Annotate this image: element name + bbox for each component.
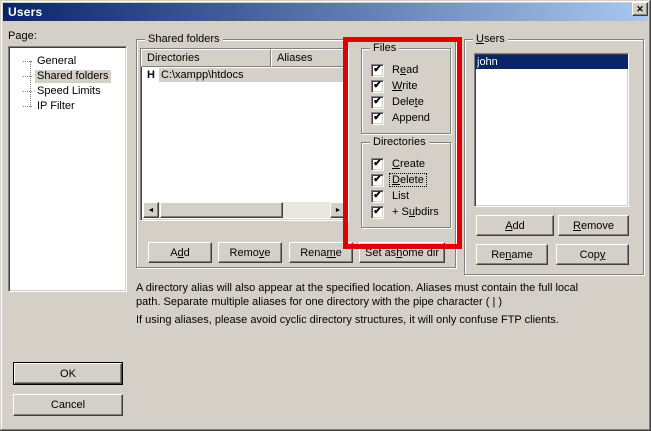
checkbox-checked-icon: ✔ [371,80,384,93]
tree-twig-icon [23,76,32,77]
users-group-label: Users [473,33,508,45]
tree-twig-icon [23,106,32,107]
checkbox-checked-icon: ✔ [371,174,384,187]
checkbox-files-delete[interactable]: ✔ Delete [371,95,426,109]
set-as-home-dir-button[interactable]: Set as home dir [359,242,445,263]
checkbox-checked-icon: ✔ [371,64,384,77]
directories-group-label: Directories [370,136,429,148]
user-remove-button[interactable]: Remove [558,215,629,236]
shared-remove-button[interactable]: Remove [218,242,282,263]
shared-rename-button[interactable]: Rename [289,242,353,263]
sidebar-item-ip-filter[interactable]: IP Filter [9,99,126,114]
shared-add-button[interactable]: Add [148,242,212,263]
files-group-label: Files [370,42,399,54]
help-line-3: If using aliases, please avoid cyclic di… [136,314,559,326]
shared-folders-group-label: Shared folders [145,33,223,45]
sidebar-item-general[interactable]: General [9,54,126,69]
close-icon: ✕ [636,5,644,14]
checkbox-dirs-delete[interactable]: ✔ Delete [371,173,426,187]
shared-folders-group: Shared folders Directories Aliases H C:\… [136,39,456,268]
checkbox-dirs-create[interactable]: ✔ Create [371,157,427,171]
horizontal-scrollbar[interactable]: ◄ ► [143,202,346,218]
users-dialog: Users ✕ Page: General Shared folders Spe… [0,0,651,431]
cancel-button[interactable]: Cancel [13,394,123,416]
checkbox-checked-icon: ✔ [371,190,384,203]
directories-permissions-group: Directories ✔ Create ✔ Delete ✔ List ✔ +… [361,142,451,228]
listview-header: Directories Aliases [141,49,348,67]
help-line-1: A directory alias will also appear at th… [136,282,578,294]
ok-button[interactable]: OK [14,363,122,384]
directory-path: C:\xampp\htdocs [159,68,346,82]
sidebar-item-label: General [35,55,78,68]
files-permissions-group: Files ✔ Read ✔ Write ✔ Delete ✔ Append [361,48,451,134]
sidebar-item-speed-limits[interactable]: Speed Limits [9,84,126,99]
page-tree: General Shared folders Speed Limits IP F… [8,46,127,292]
alias-help-text: A directory alias will also appear at th… [136,281,641,327]
scrollbar-track[interactable] [283,202,330,218]
checkbox-dirs-subdirs[interactable]: ✔ + Subdirs [371,205,441,219]
title-bar[interactable]: Users [3,3,648,21]
column-header-directories[interactable]: Directories [141,49,271,67]
scrollbar-thumb[interactable] [160,202,283,218]
checkbox-files-append[interactable]: ✔ Append [371,111,432,125]
directories-listview[interactable]: Directories Aliases H C:\xampp\htdocs ◄ … [140,48,349,221]
help-line-2: path. Separate multiple aliases for one … [136,296,502,308]
directory-row[interactable]: H C:\xampp\htdocs [143,67,346,83]
user-list-item[interactable]: john [475,55,628,69]
checkbox-files-write[interactable]: ✔ Write [371,79,419,93]
checkbox-checked-icon: ✔ [371,112,384,125]
checkbox-checked-icon: ✔ [371,206,384,219]
users-listbox[interactable]: john [474,53,629,207]
window-title: Users [8,5,42,19]
checkbox-dirs-list[interactable]: ✔ List [371,189,411,203]
checkbox-files-read[interactable]: ✔ Read [371,63,420,77]
sidebar-item-label: Shared folders [35,70,111,83]
sidebar-item-shared-folders[interactable]: Shared folders [9,69,126,84]
home-dir-marker: H [143,69,159,81]
page-label: Page: [8,30,37,42]
checkbox-checked-icon: ✔ [371,96,384,109]
ok-button-default-ring: OK [13,362,123,385]
scroll-left-icon[interactable]: ◄ [143,202,159,218]
listview-body: H C:\xampp\htdocs [143,67,346,202]
checkbox-checked-icon: ✔ [371,158,384,171]
users-group: Users john Add Remove Rename Copy [464,39,644,275]
close-button[interactable]: ✕ [632,2,648,16]
user-add-button[interactable]: Add [476,215,554,236]
tree-twig-icon [23,61,32,62]
sidebar-item-label: IP Filter [35,100,77,113]
sidebar-item-label: Speed Limits [35,85,103,98]
tree-twig-icon [23,91,32,92]
column-header-aliases[interactable]: Aliases [271,49,348,67]
user-copy-button[interactable]: Copy [556,244,629,265]
user-rename-button[interactable]: Rename [476,244,548,265]
scroll-right-icon[interactable]: ► [330,202,346,218]
